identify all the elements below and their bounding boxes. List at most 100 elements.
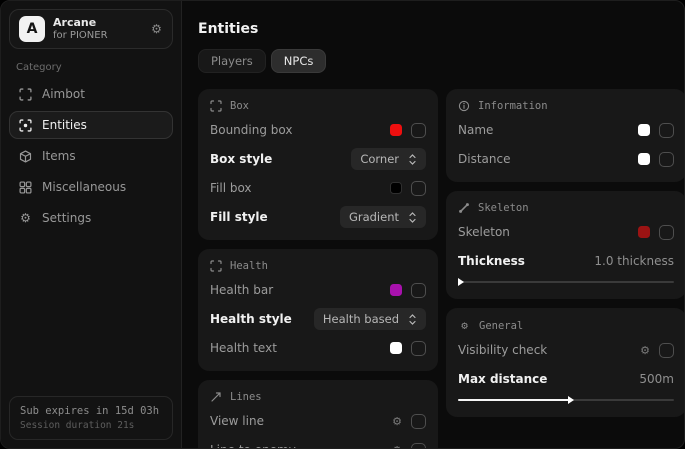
- distance-checkbox[interactable]: [659, 152, 674, 167]
- fill-box-checkbox[interactable]: [411, 181, 426, 196]
- name-checkbox[interactable]: [659, 123, 674, 138]
- general-card: ⚙ General Visibility check ⚙ Max distanc…: [446, 308, 685, 417]
- line-to-enemy-settings-icon[interactable]: ⚙: [392, 445, 402, 449]
- app-window: A Arcane for PIONER ⚙ Category Aimbot: [0, 0, 685, 449]
- general-icon: ⚙: [458, 319, 471, 332]
- tab-players[interactable]: Players: [198, 49, 266, 73]
- slider-fill: [458, 399, 570, 401]
- max-distance-row: Max distance 500m: [458, 368, 674, 390]
- corner-brackets-icon: [210, 100, 222, 112]
- sidebar-item-settings[interactable]: ⚙ Settings: [9, 204, 173, 232]
- skeleton-card: Skeleton Skeleton Thickness 1.0 thicknes…: [446, 191, 685, 299]
- brand-text: Arcane for PIONER: [53, 16, 108, 42]
- sidebar-item-label: Settings: [42, 211, 91, 225]
- view-line-settings-icon[interactable]: ⚙: [392, 416, 402, 427]
- slider-thumb[interactable]: [568, 396, 574, 404]
- row-label: Name: [458, 123, 493, 137]
- thickness-slider[interactable]: [458, 277, 674, 287]
- row-label: Skeleton: [458, 225, 510, 239]
- brand-subtitle: for PIONER: [53, 30, 108, 43]
- grid-icon: [19, 181, 32, 194]
- slider-track: [458, 281, 674, 283]
- skeleton-checkbox[interactable]: [659, 225, 674, 240]
- card-title-text: Lines: [230, 391, 262, 403]
- card-columns: Box Bounding box Box style Corner: [198, 89, 685, 449]
- tab-npcs[interactable]: NPCs: [271, 49, 327, 73]
- thickness-row: Thickness 1.0 thickness: [458, 250, 674, 272]
- name-row: Name: [458, 119, 674, 141]
- sidebar-item-label: Aimbot: [42, 87, 85, 101]
- row-label: Max distance: [458, 372, 547, 386]
- select-value: Gradient: [349, 210, 399, 224]
- health-text-checkbox[interactable]: [411, 341, 426, 356]
- health-style-select[interactable]: Health based: [314, 308, 426, 330]
- corner-brackets-icon: [210, 260, 222, 272]
- entity-type-tabs: Players NPCs: [198, 49, 685, 73]
- health-bar-checkbox[interactable]: [411, 283, 426, 298]
- color-swatch[interactable]: [390, 284, 402, 296]
- session-duration-text: Session duration 21s: [20, 420, 162, 431]
- visibility-check-checkbox[interactable]: [659, 343, 674, 358]
- card-title-text: Box: [230, 100, 249, 112]
- max-distance-slider[interactable]: [458, 395, 674, 405]
- distance-row: Distance: [458, 148, 674, 170]
- brand-name: Arcane: [53, 16, 108, 30]
- diagonal-line-icon: [210, 391, 222, 403]
- brand-card: A Arcane for PIONER ⚙: [9, 9, 173, 49]
- card-title-text: Health: [230, 260, 268, 272]
- color-swatch[interactable]: [390, 182, 402, 194]
- box-style-row: Box style Corner: [210, 148, 426, 170]
- fill-style-select[interactable]: Gradient: [340, 206, 426, 228]
- unfold-icon: [408, 314, 417, 325]
- color-swatch[interactable]: [638, 124, 650, 136]
- row-label: Box style: [210, 152, 272, 166]
- row-label: View line: [210, 414, 264, 428]
- row-label: Health text: [210, 341, 277, 355]
- subscription-info-card: Sub expires in 15d 03h Session duration …: [9, 396, 173, 440]
- box-style-select[interactable]: Corner: [351, 148, 426, 170]
- sidebar: A Arcane for PIONER ⚙ Category Aimbot: [1, 1, 182, 448]
- row-label: Health style: [210, 312, 292, 326]
- sidebar-item-miscellaneous[interactable]: Miscellaneous: [9, 173, 173, 201]
- sidebar-item-entities[interactable]: Entities: [9, 111, 173, 139]
- information-card-header: Information: [458, 100, 674, 112]
- unfold-icon: [408, 212, 417, 223]
- line-to-enemy-checkbox[interactable]: [411, 443, 426, 449]
- sub-expires-text: Sub expires in 15d 03h: [20, 405, 162, 417]
- settings-icon[interactable]: ⚙: [150, 23, 163, 36]
- card-title-text: Information: [478, 100, 548, 112]
- health-style-row: Health style Health based: [210, 308, 426, 330]
- bounding-box-checkbox[interactable]: [411, 123, 426, 138]
- box-card: Box Bounding box Box style Corner: [198, 89, 438, 240]
- crosshair-icon: [19, 88, 32, 101]
- unfold-icon: [408, 154, 417, 165]
- row-label: Bounding box: [210, 123, 292, 137]
- skeleton-card-header: Skeleton: [458, 202, 674, 214]
- lines-card-header: Lines: [210, 391, 426, 403]
- row-label: Fill style: [210, 210, 268, 224]
- row-label: Thickness: [458, 254, 525, 268]
- bone-icon: [458, 202, 470, 214]
- info-icon: [458, 100, 470, 112]
- sidebar-item-label: Entities: [42, 118, 87, 132]
- color-swatch[interactable]: [638, 153, 650, 165]
- left-column: Box Bounding box Box style Corner: [198, 89, 438, 449]
- page-title: Entities: [198, 21, 685, 37]
- main-panel: Entities Players NPCs Box Bounding box: [182, 1, 685, 448]
- color-swatch[interactable]: [390, 342, 402, 354]
- skeleton-row: Skeleton: [458, 221, 674, 243]
- sidebar-item-aimbot[interactable]: Aimbot: [9, 80, 173, 108]
- health-card-header: Health: [210, 260, 426, 272]
- health-text-row: Health text: [210, 337, 426, 359]
- card-title-text: Skeleton: [478, 202, 529, 214]
- sidebar-item-items[interactable]: Items: [9, 142, 173, 170]
- color-swatch[interactable]: [638, 226, 650, 238]
- thickness-value: 1.0 thickness: [594, 254, 674, 268]
- line-to-enemy-row: Line to enemy ⚙: [210, 439, 426, 449]
- general-card-header: ⚙ General: [458, 319, 674, 332]
- color-swatch[interactable]: [390, 124, 402, 136]
- visibility-check-settings-icon[interactable]: ⚙: [640, 345, 650, 356]
- view-line-checkbox[interactable]: [411, 414, 426, 429]
- slider-thumb[interactable]: [458, 278, 464, 286]
- right-column: Information Name Distance: [446, 89, 685, 417]
